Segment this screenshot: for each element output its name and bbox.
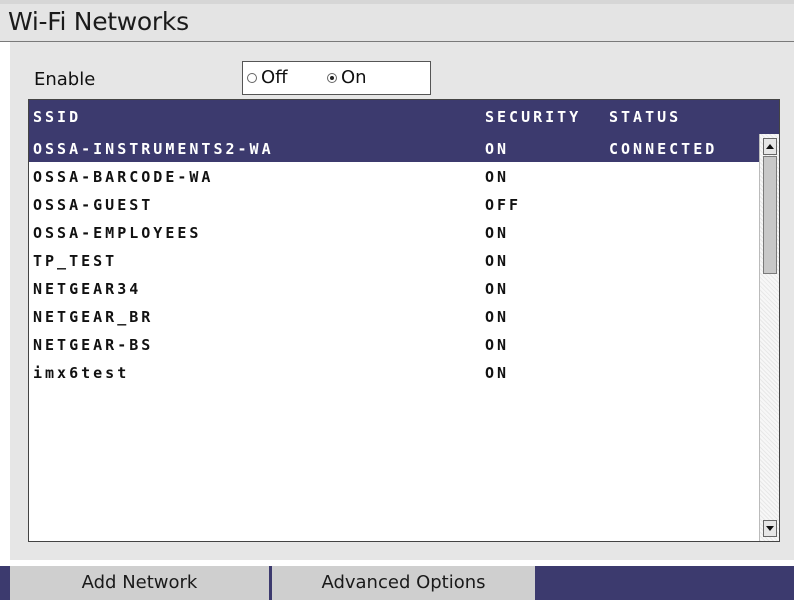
row-ssid: NETGEAR_BR [33,308,154,326]
scroll-down-button[interactable] [763,520,777,537]
row-security: ON [485,168,510,186]
row-ssid: NETGEAR34 [33,280,142,298]
row-ssid: OSSA-EMPLOYEES [33,224,202,242]
triangle-up-icon [766,144,774,149]
triangle-down-icon [766,526,774,531]
row-security: OFF [485,196,522,214]
row-security: ON [485,280,510,298]
row-ssid: OSSA-INSTRUMENTS2-WA [33,140,274,158]
window-title: Wi-Fi Networks [8,7,189,36]
table-row[interactable]: NETGEAR-BS ON [29,330,759,358]
row-security: ON [485,252,510,270]
row-security: ON [485,308,510,326]
table-scrollbar[interactable] [759,134,779,541]
row-status: CONNECTED [609,140,718,158]
row-security: ON [485,336,510,354]
row-ssid: TP_TEST [33,252,118,270]
add-network-button[interactable]: Add Network [10,566,269,600]
table-row[interactable]: OSSA-BARCODE-WA ON [29,162,759,190]
enable-on-radio[interactable]: On [327,67,367,88]
header-status: STATUS [609,108,682,126]
table-row[interactable]: TP_TEST ON [29,246,759,274]
enable-radio-group: Off On [242,61,431,95]
enable-on-label: On [341,67,367,88]
row-ssid: OSSA-BARCODE-WA [33,168,214,186]
table-header: SSID SECURITY STATUS [29,100,779,134]
enable-label: Enable [34,69,96,90]
table-row[interactable]: OSSA-GUEST OFF [29,190,759,218]
row-ssid: imx6test [33,364,130,382]
row-security: ON [485,364,510,382]
enable-off-label: Off [261,67,288,88]
row-ssid: OSSA-GUEST [33,196,154,214]
advanced-options-button[interactable]: Advanced Options [272,566,535,600]
table-row[interactable]: NETGEAR34 ON [29,274,759,302]
table-row[interactable]: OSSA-EMPLOYEES ON [29,218,759,246]
table-row[interactable]: imx6test ON [29,358,759,386]
scroll-thumb[interactable] [763,156,777,274]
title-bar: Wi-Fi Networks [0,0,794,42]
radio-checked-icon [327,72,337,83]
enable-off-radio[interactable]: Off [247,67,288,88]
table-row[interactable]: OSSA-INSTRUMENTS2-WA ON CONNECTED [29,134,759,162]
scroll-up-button[interactable] [763,138,777,155]
row-security: ON [485,140,510,158]
header-ssid: SSID [33,108,82,126]
softkey-bar: Add Network Advanced Options [0,566,794,600]
table-row[interactable]: NETGEAR_BR ON [29,302,759,330]
row-security: ON [485,224,510,242]
network-table: SSID SECURITY STATUS OSSA-INSTRUMENTS2-W… [28,99,780,542]
radio-icon [247,72,257,83]
row-ssid: NETGEAR-BS [33,336,154,354]
header-security: SECURITY [485,108,582,126]
